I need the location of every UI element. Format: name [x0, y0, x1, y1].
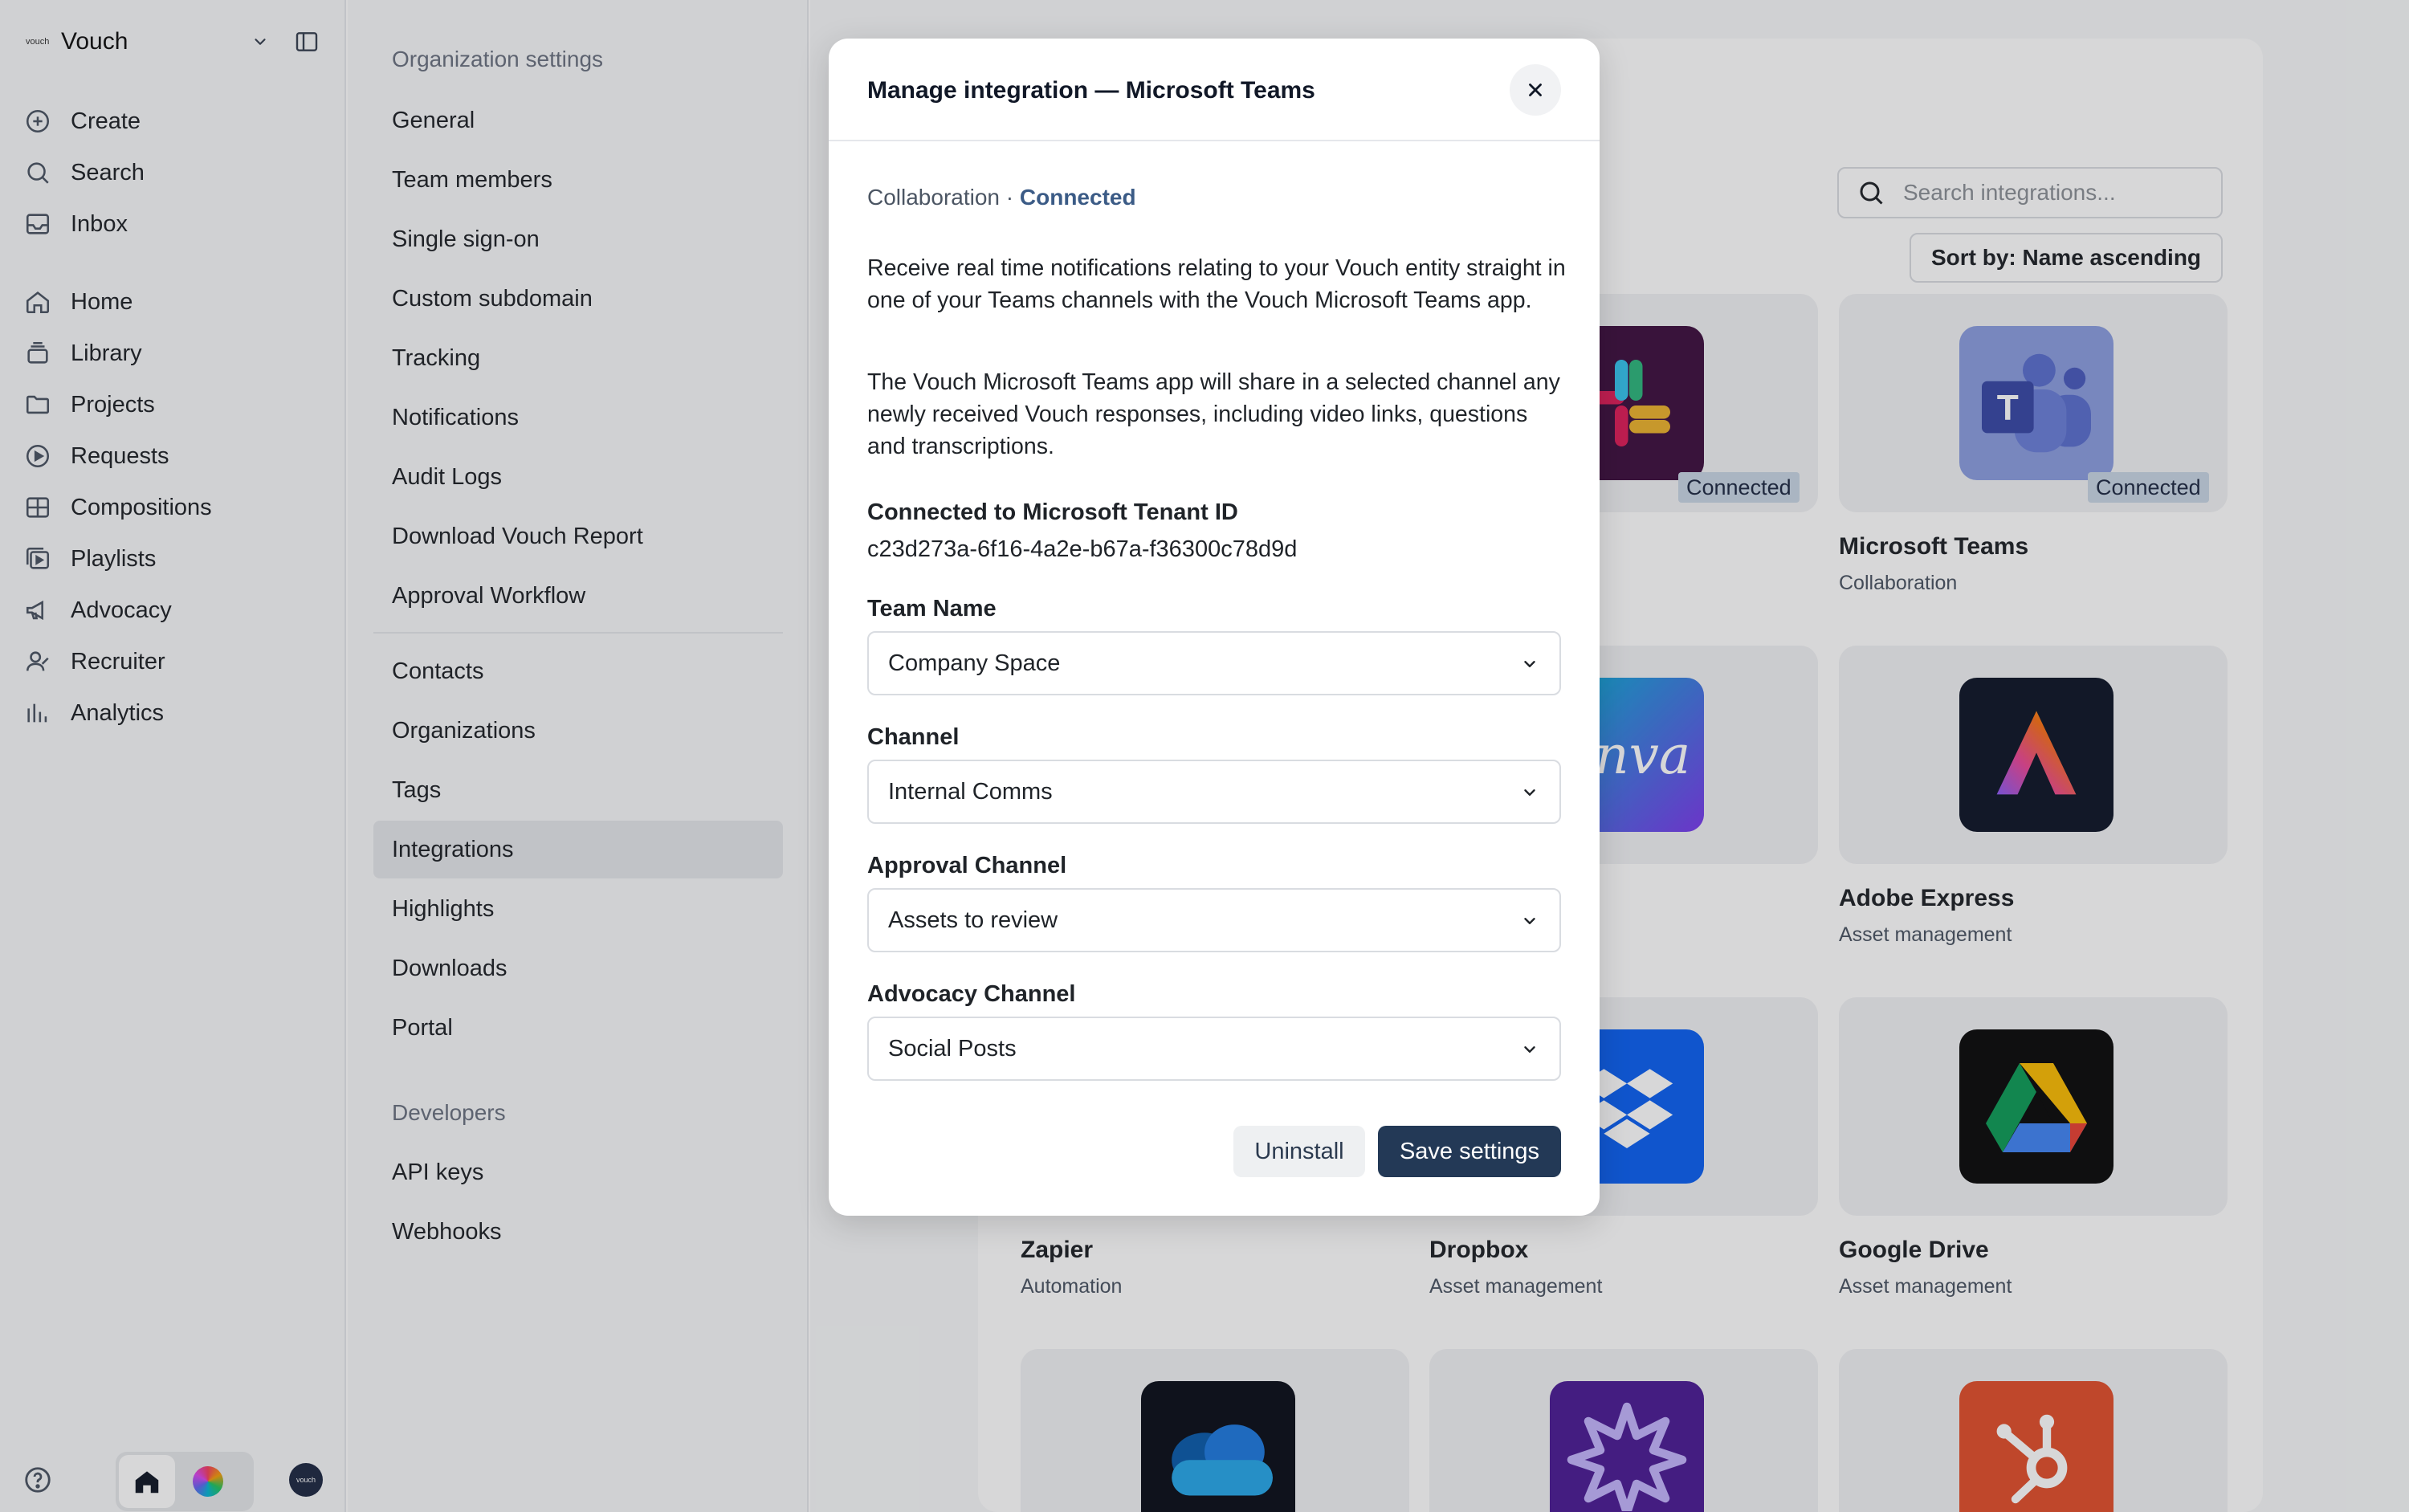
modal-header: Manage integration — Microsoft Teams — [829, 39, 1600, 141]
select-value: Internal Comms — [888, 778, 1053, 805]
modal-title: Manage integration — Microsoft Teams — [867, 77, 1315, 104]
app-root: vouch Vouch Create Search Inbox Home Lib… — [0, 0, 2409, 1512]
select-value: Company Space — [888, 650, 1061, 676]
advocacy-channel-label: Advocacy Channel — [867, 981, 1076, 1007]
integration-category: Collaboration — [867, 185, 1000, 210]
close-icon — [1529, 84, 1542, 96]
tenant-id: c23d273a-6f16-4a2e-b67a-f36300c78d9d — [867, 536, 1298, 562]
approval-channel-select[interactable]: Assets to review — [867, 888, 1561, 952]
select-value: Assets to review — [888, 907, 1058, 933]
uninstall-button[interactable]: Uninstall — [1233, 1126, 1365, 1177]
meta-separator: · — [1005, 185, 1014, 210]
save-settings-button[interactable]: Save settings — [1378, 1126, 1561, 1177]
description-paragraph: Receive real time notifications relating… — [867, 255, 1566, 313]
channel-label: Channel — [867, 724, 960, 750]
description-paragraph: The Vouch Microsoft Teams app will share… — [867, 369, 1560, 459]
integration-meta: Collaboration · Connected — [867, 185, 1136, 210]
manage-integration-modal: Manage integration — Microsoft Teams Col… — [829, 39, 1600, 1216]
integration-status: Connected — [1019, 185, 1136, 210]
advocacy-channel-select[interactable]: Social Posts — [867, 1017, 1561, 1081]
team-name-label: Team Name — [867, 596, 997, 622]
chevron-down-icon — [1524, 661, 1535, 667]
close-button[interactable] — [1510, 64, 1561, 116]
tenant-label: Connected to Microsoft Tenant ID — [867, 499, 1238, 525]
channel-select[interactable]: Internal Comms — [867, 760, 1561, 824]
approval-channel-label: Approval Channel — [867, 853, 1067, 878]
chevron-down-icon — [1524, 789, 1535, 796]
team-name-select[interactable]: Company Space — [867, 631, 1561, 695]
chevron-down-icon — [1524, 918, 1535, 924]
chevron-down-icon — [1524, 1046, 1535, 1053]
select-value: Social Posts — [888, 1035, 1017, 1062]
